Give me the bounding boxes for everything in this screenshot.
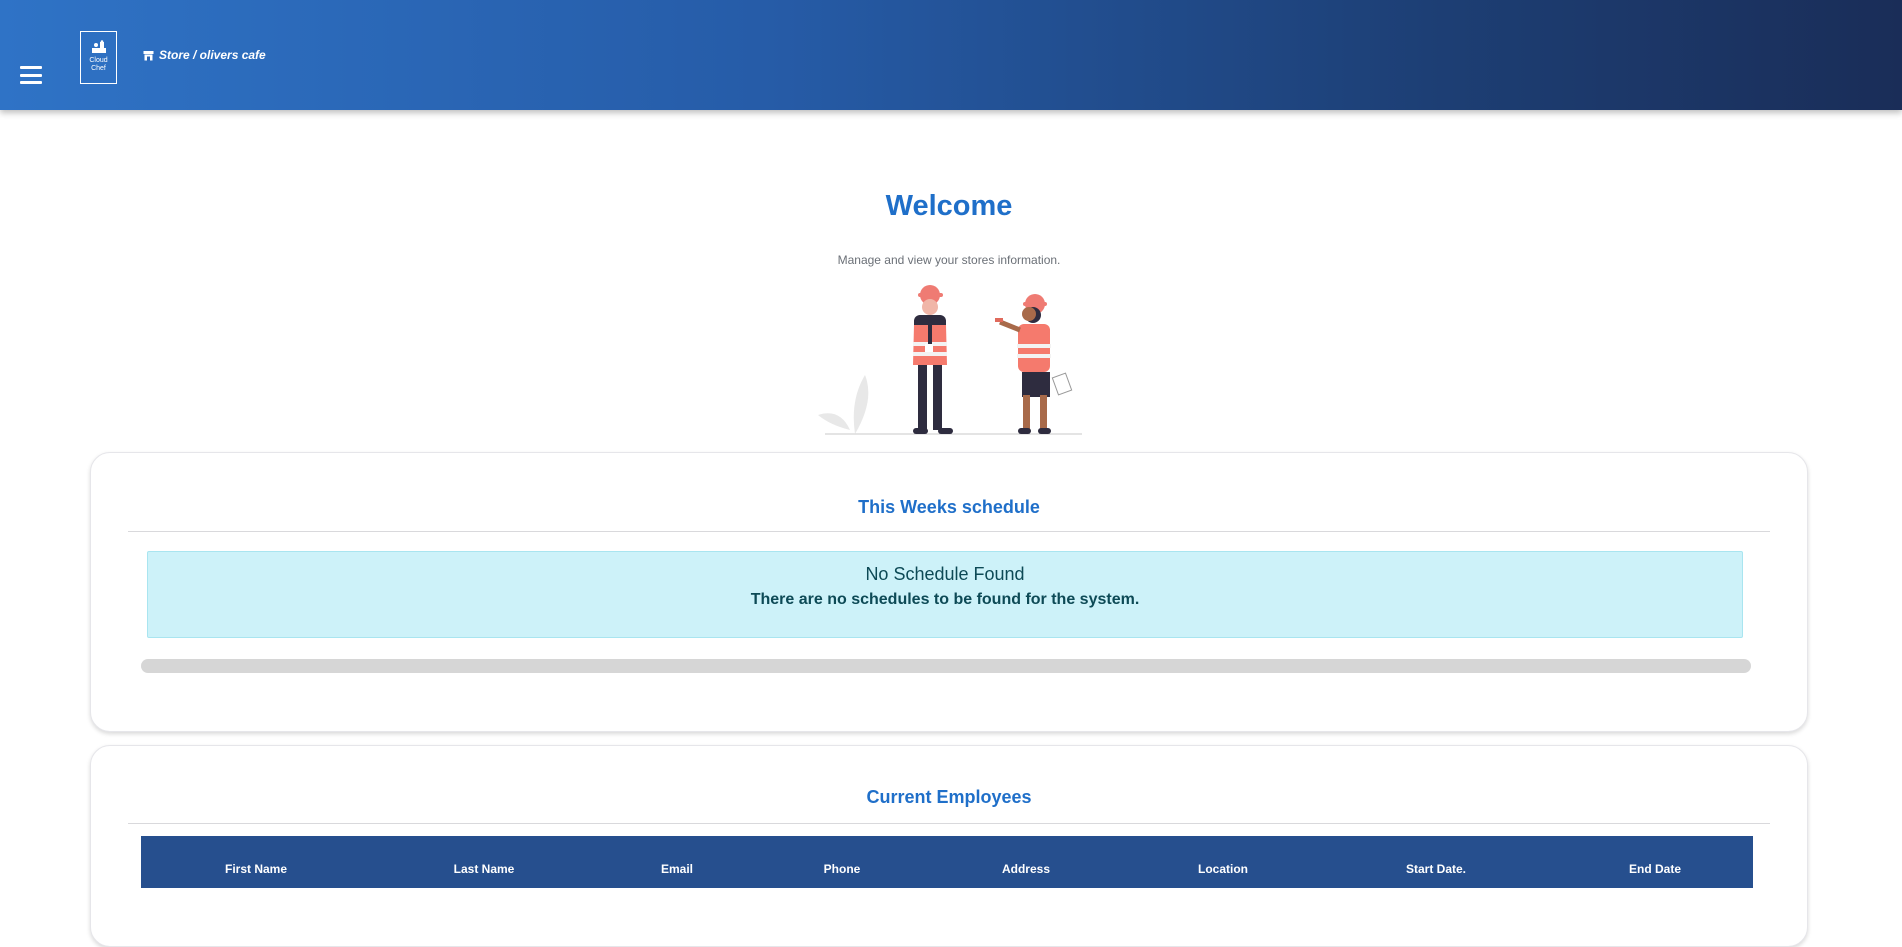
logo-text-line1: Cloud — [89, 57, 108, 64]
breadcrumb[interactable]: Store / olivers cafe — [143, 48, 266, 62]
column-address[interactable]: Address — [1002, 862, 1050, 876]
column-first-name[interactable]: First Name — [225, 862, 287, 876]
divider — [128, 823, 1770, 824]
employees-title: Current Employees — [866, 787, 1032, 807]
cloud-chef-logo[interactable]: Cloud Chef — [80, 31, 117, 84]
store-icon — [143, 50, 154, 60]
logo-text-line2: Chef — [91, 65, 106, 72]
employees-card: Current Employees First Name Last Name E… — [90, 745, 1808, 947]
employees-table-header: First Name Last Name Email Phone Address… — [141, 836, 1753, 888]
column-last-name[interactable]: Last Name — [454, 862, 515, 876]
schedule-card: This Weeks schedule No Schedule Found Th… — [90, 452, 1808, 732]
store-path: Store / olivers cafe — [159, 48, 266, 62]
alert-message: There are no schedules to be found for t… — [750, 591, 1140, 608]
column-end-date[interactable]: End Date — [1629, 862, 1681, 876]
column-email[interactable]: Email — [661, 862, 693, 876]
chef-logo-icon — [91, 40, 106, 53]
column-location[interactable]: Location — [1198, 862, 1248, 876]
menu-icon[interactable] — [20, 66, 42, 84]
alert-heading: No Schedule Found — [865, 564, 1025, 584]
schedule-title: This Weeks schedule — [858, 497, 1040, 517]
workers-illustration — [818, 285, 1082, 435]
top-navbar: Cloud Chef Store / olivers cafe — [0, 0, 1902, 110]
page-subtitle: Manage and view your stores information. — [837, 253, 1061, 267]
horizontal-scrollbar[interactable] — [141, 659, 1751, 673]
page-title: Welcome — [885, 190, 1013, 222]
column-start-date[interactable]: Start Date. — [1406, 862, 1466, 876]
no-schedule-alert: No Schedule Found There are no schedules… — [147, 551, 1743, 638]
column-phone[interactable]: Phone — [824, 862, 861, 876]
divider — [128, 531, 1770, 532]
